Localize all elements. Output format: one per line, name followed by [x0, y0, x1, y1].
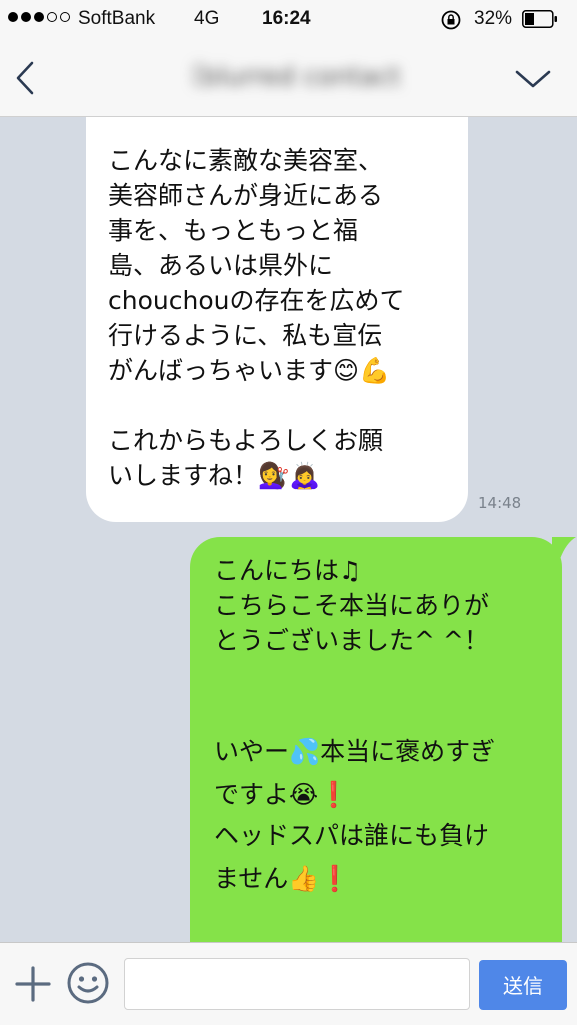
message-timestamp: 14:48: [478, 494, 522, 512]
message-input-bar: 送信: [0, 942, 577, 1025]
message-line: 事を、もっともっと福: [108, 216, 359, 245]
battery-icon: [522, 10, 557, 28]
status-time: 16:24: [262, 8, 311, 29]
message-line: とうございました^ ^！: [214, 626, 489, 655]
signal-dot: [21, 12, 31, 22]
signal-dot: [60, 12, 70, 22]
message-line: ません👍❗: [214, 864, 351, 893]
signal-dot: [34, 12, 44, 22]
smiley-icon[interactable]: [66, 961, 110, 1005]
message-line: 美容師さんが身近にある: [108, 181, 384, 210]
signal-dot: [47, 12, 57, 22]
bubble-tail: [552, 537, 576, 559]
message-line: chouchouの存在を広めて: [108, 286, 405, 315]
message-line: ヘッドスパは誰にも負け: [214, 821, 490, 850]
carrier-name: SoftBank: [78, 8, 156, 29]
message-line: がんばっちゃいます😊💪: [108, 356, 391, 385]
outgoing-message-bubble: こんにちは♫ こちらこそ本当にありが とうございました^ ^！ いやー💦本当に褒…: [190, 537, 562, 942]
chat-header: 〔blurred contact name〕: [0, 40, 577, 117]
message-line: こんにちは♫: [214, 556, 362, 585]
message-line: これからもよろしくお願: [108, 426, 384, 455]
message-list[interactable]: こんなに素敵な美容室、 美容師さんが身近にある 事を、もっともっと福 島、あるい…: [0, 117, 577, 942]
network-type: 4G: [194, 8, 220, 29]
message-input[interactable]: [124, 958, 470, 1010]
chat-title: 〔blurred contact name〕: [176, 62, 401, 92]
message-line: いやー💦本当に褒めすぎ: [214, 737, 496, 766]
status-bar: SoftBank 4G 16:24 32%: [0, 0, 577, 40]
chevron-left-icon[interactable]: [14, 60, 36, 96]
rotation-lock-icon: [441, 10, 461, 30]
message-line: こんなに素敵な美容室、: [108, 146, 384, 175]
message-line: 行けるように、私も宣伝: [108, 321, 383, 350]
plus-icon[interactable]: [14, 965, 52, 1003]
incoming-message-bubble: こんなに素敵な美容室、 美容師さんが身近にある 事を、もっともっと福 島、あるい…: [86, 117, 468, 522]
message-line: ですよ😭❗: [214, 780, 350, 809]
send-button[interactable]: 送信: [479, 960, 567, 1010]
message-line: 島、あるいは県外に: [108, 251, 334, 280]
message-line: こちらこそ本当にありが: [214, 591, 490, 620]
message-line: いしますね！💇‍♀️🙇‍♀️: [108, 461, 321, 490]
chevron-down-icon[interactable]: [514, 68, 552, 90]
battery-percent: 32%: [474, 8, 513, 29]
signal-strength-icon: [8, 12, 70, 22]
signal-dot: [8, 12, 18, 22]
